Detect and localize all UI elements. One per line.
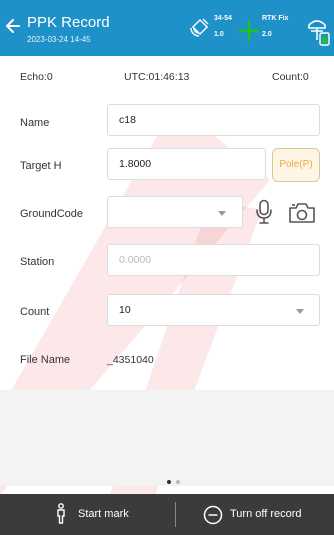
file-name-value: _4351040 (107, 354, 154, 366)
page-indicator-active (167, 480, 171, 484)
chevron-down-icon (218, 211, 226, 216)
crosshair-icon[interactable] (238, 20, 260, 42)
turn-off-record-button[interactable]: Turn off record (176, 494, 334, 535)
chevron-down-icon (296, 309, 304, 314)
name-field[interactable]: c18 (107, 104, 320, 136)
microphone-icon[interactable] (255, 199, 273, 225)
page-title: PPK Record (27, 14, 110, 31)
page-indicator (176, 480, 180, 484)
file-name-label: File Name (20, 354, 71, 366)
target-h-label: Target H (20, 160, 62, 172)
turn-off-record-label: Turn off record (230, 508, 302, 520)
station-label: Station (20, 256, 55, 268)
echo-status: Echo:0 (20, 71, 53, 83)
count-select[interactable]: 10 (107, 294, 320, 326)
satellite-dop: 1.0 (214, 31, 224, 38)
page-subtitle: 2023-03-24 14-45 (27, 35, 91, 44)
name-value: c18 (119, 114, 136, 126)
station-field[interactable]: 0.0000 (107, 244, 320, 276)
groundcode-label: GroundCode (20, 208, 83, 220)
start-mark-button[interactable]: Start mark (0, 494, 175, 535)
start-mark-label: Start mark (78, 508, 129, 520)
rover-battery-icon[interactable] (306, 16, 332, 46)
satellite-icon[interactable] (188, 15, 212, 39)
count-value: 10 (119, 304, 131, 316)
name-label: Name (20, 117, 50, 129)
pole-button[interactable]: Pole(P) (272, 148, 320, 182)
back-arrow-icon[interactable] (4, 14, 24, 38)
bottom-action-bar: Start mark Turn off record (0, 494, 334, 535)
minus-circle-icon (203, 505, 223, 525)
groundcode-select[interactable] (107, 196, 243, 228)
fix-status-value: 2.0 (262, 31, 272, 38)
fix-status-label: RTK Fix (262, 15, 289, 22)
station-placeholder: 0.0000 (119, 254, 152, 266)
target-h-value: 1.8000 (119, 158, 152, 170)
count-status: Count:0 (272, 71, 309, 83)
satellite-count: 34-54 (214, 15, 232, 22)
content-area (0, 390, 334, 486)
app-header: PPK Record 2023-03-24 14-45 34-54 1.0 RT… (0, 0, 334, 56)
utc-time: UTC:01:46:13 (124, 71, 190, 83)
camera-icon[interactable] (288, 202, 316, 224)
person-icon (57, 503, 65, 524)
target-h-field[interactable]: 1.8000 (107, 148, 266, 180)
count-label: Count (20, 306, 50, 318)
